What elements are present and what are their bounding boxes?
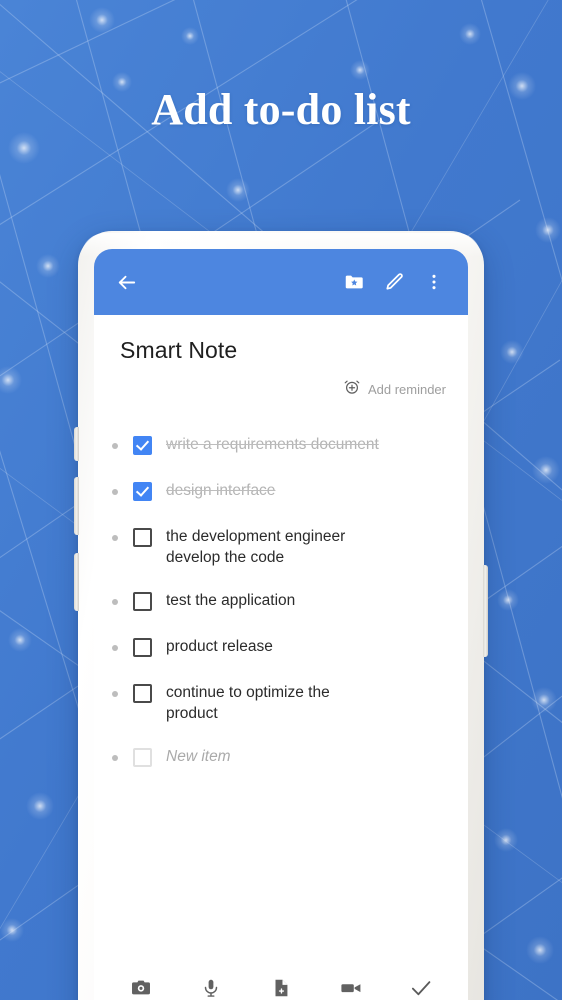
todo-checkbox[interactable]	[133, 482, 152, 501]
confirm-button[interactable]	[400, 967, 442, 1000]
mute-switch-button[interactable]	[74, 553, 79, 611]
video-button[interactable]	[330, 967, 372, 1000]
todo-label: the development engineer develop the cod…	[166, 528, 346, 566]
todo-item[interactable]: the development engineer develop the cod…	[94, 515, 468, 579]
alarm-add-icon	[343, 378, 361, 401]
phone-mockup: Smart Note Add reminder write a requirem…	[74, 231, 488, 1000]
drag-bullet-icon	[112, 443, 118, 449]
drag-bullet-icon	[112, 755, 118, 761]
drag-bullet-icon	[112, 535, 118, 541]
todo-checkbox[interactable]	[133, 436, 152, 455]
volume-up-button[interactable]	[74, 427, 79, 461]
drag-bullet-icon	[112, 691, 118, 697]
todo-checkbox[interactable]	[133, 592, 152, 611]
drag-bullet-icon	[112, 599, 118, 605]
more-vertical-icon[interactable]	[414, 262, 454, 302]
folder-star-icon[interactable]	[334, 262, 374, 302]
note-title[interactable]: Smart Note	[94, 315, 468, 364]
todo-label: write a requirements document	[166, 436, 379, 453]
pencil-edit-icon[interactable]	[374, 262, 414, 302]
new-todo-checkbox[interactable]	[133, 748, 152, 767]
todo-label: design interface	[166, 482, 276, 499]
todo-item[interactable]: design interface	[94, 469, 468, 515]
drag-bullet-icon	[112, 489, 118, 495]
volume-down-button[interactable]	[74, 477, 79, 535]
todo-checkbox[interactable]	[133, 638, 152, 657]
power-button[interactable]	[483, 565, 488, 657]
todo-item[interactable]: test the application	[94, 579, 468, 625]
voice-record-button[interactable]	[190, 967, 232, 1000]
add-reminder-button[interactable]: Add reminder	[94, 364, 468, 401]
app-bar	[94, 249, 468, 315]
todo-checkbox[interactable]	[133, 684, 152, 703]
bottom-toolbar	[94, 955, 468, 1000]
todo-item[interactable]: write a requirements document	[94, 423, 468, 469]
page-title: Add to-do list	[151, 85, 411, 134]
camera-button[interactable]	[120, 967, 162, 1000]
drag-bullet-icon	[112, 645, 118, 651]
new-todo-item[interactable]: New item	[94, 735, 468, 781]
todo-item[interactable]: continue to optimize the product	[94, 671, 468, 735]
note-body: Smart Note Add reminder write a requirem…	[94, 315, 468, 1000]
todo-checkbox[interactable]	[133, 528, 152, 547]
phone-screen: Smart Note Add reminder write a requirem…	[94, 249, 468, 1000]
new-todo-placeholder: New item	[166, 748, 231, 765]
todo-label: continue to optimize the product	[166, 684, 330, 722]
todo-list: write a requirements document design int…	[94, 423, 468, 955]
arrow-back-icon[interactable]	[106, 262, 146, 302]
todo-label: test the application	[166, 592, 296, 609]
todo-label: product release	[166, 638, 273, 655]
todo-item[interactable]: product release	[94, 625, 468, 671]
add-reminder-label: Add reminder	[367, 382, 446, 397]
attach-file-button[interactable]	[260, 967, 302, 1000]
